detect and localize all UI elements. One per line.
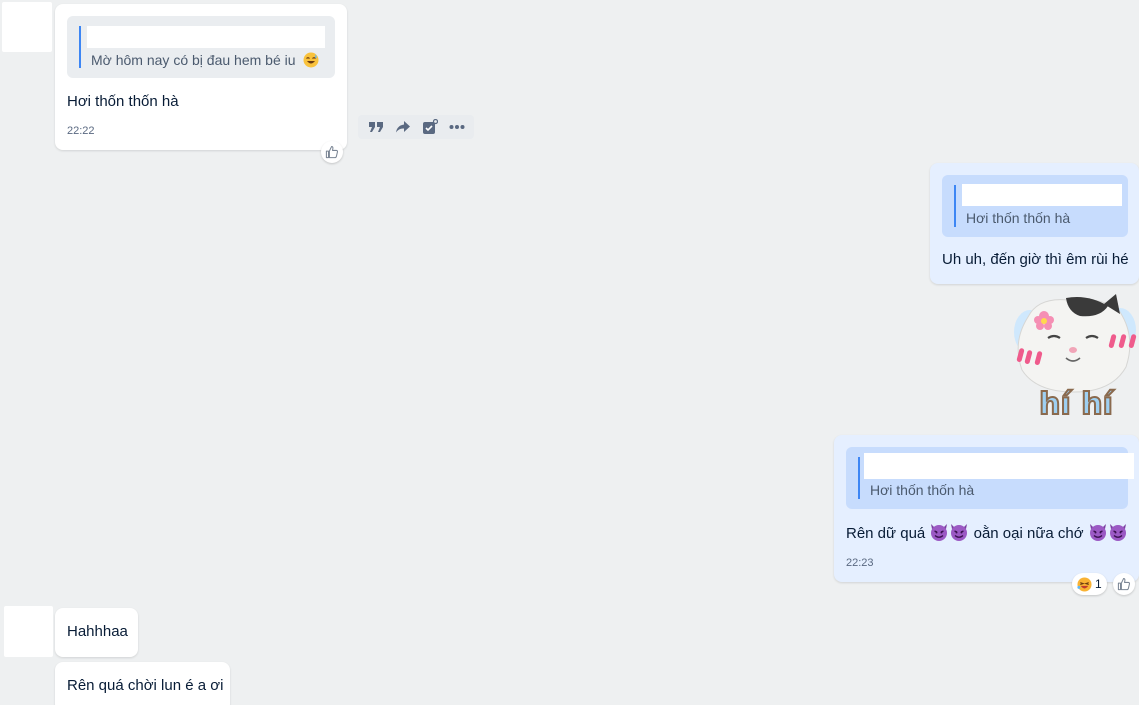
message-text: Rên quá chời lun é a ơi [67,677,224,694]
message-bubble[interactable]: Hahhhaa [55,608,138,657]
message-time: 22:23 [846,557,874,569]
react-button[interactable] [1113,573,1135,595]
message-bubble[interactable]: Rên quá chời lun é a ơi [55,662,230,705]
message-time: 22:22 [67,125,95,137]
quote-text: Mờ hôm nay có bị đau hem bé iu [91,52,319,68]
thumbs-up-icon [325,146,339,159]
message-toolbar [358,115,474,139]
quote-text: Hơi thốn thốn hà [966,210,1071,226]
react-button[interactable] [321,141,343,163]
message-bubble[interactable]: Hơi thốn thốn hà Uh uh, đến giờ thì êm r… [930,163,1139,284]
smiling-devil-icon [951,524,968,541]
share-icon[interactable] [392,116,414,138]
cat-sticker-icon: hí hí [1014,294,1137,423]
quote-text: Hơi thốn thốn hà [870,482,975,498]
reaction-summary[interactable]: 1 [1072,573,1107,595]
sender-avatar[interactable] [2,2,52,52]
thumbs-up-icon [1117,578,1131,591]
sender-avatar[interactable] [4,606,53,657]
laughing-face-icon [1077,576,1092,592]
quote-sender-name [962,184,1122,206]
message-text: Uh uh, đến giờ thì êm rùi hé [942,251,1129,268]
reaction-count: 1 [1095,577,1102,591]
quote-sender-name [864,453,1134,479]
task-icon[interactable] [419,116,441,138]
smiling-devil-icon [931,524,948,541]
message-text: Rên dữ quá oằn oại nữa chớ [846,522,1128,542]
quote-bar [954,185,956,227]
message-bubble[interactable]: Mờ hôm nay có bị đau hem bé iu Hơi thốn … [55,4,347,150]
more-icon[interactable] [446,116,468,138]
quoted-message[interactable]: Hơi thốn thốn hà [942,175,1128,237]
message-bubble[interactable]: Hơi thốn thốn hà Rên dữ quá oằn oại nữa … [834,435,1139,582]
quote-bar [858,457,860,499]
message-text: Hơi thốn thốn hà [67,93,179,110]
quote-icon[interactable] [365,116,387,138]
laughing-sweat-icon [303,52,319,68]
quoted-message[interactable]: Hơi thốn thốn hà [846,447,1134,509]
quote-sender-name [87,26,325,48]
sticker[interactable]: hí hí [1008,292,1139,423]
smiling-devil-icon [1089,524,1106,541]
message-text: Hahhhaa [67,623,128,640]
svg-text:hí hí: hí hí [1039,387,1114,422]
quoted-message[interactable]: Mờ hôm nay có bị đau hem bé iu [67,16,335,78]
smiling-devil-icon [1109,524,1126,541]
quote-bar [79,26,81,68]
